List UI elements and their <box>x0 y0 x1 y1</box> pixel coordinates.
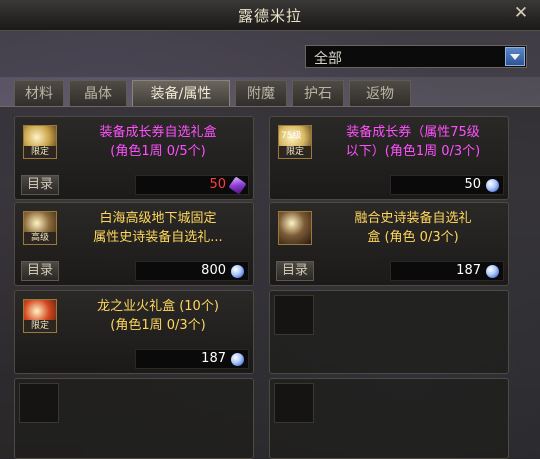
empty-item-slot <box>269 290 509 374</box>
tab-talisman[interactable]: 护石 <box>292 80 344 107</box>
price-box: 187 <box>135 349 249 369</box>
item-name: 融合史诗装备自选礼 盒 (角色 0/3个) <box>354 211 472 245</box>
coin-icon <box>231 265 244 278</box>
chevron-down-icon <box>510 54 520 60</box>
item-card[interactable]: 高级 白海高级地下城固定 属性史诗装备自选礼... 目录 800 <box>14 202 254 286</box>
limited-tag: 限定 <box>24 146 56 158</box>
price-value: 50 <box>464 177 481 192</box>
price-value: 50 <box>209 177 226 192</box>
coin-icon <box>486 265 499 278</box>
empty-icon-slot <box>274 383 314 423</box>
gift-box-icon: 限定 <box>23 125 57 159</box>
price-box: 50 <box>135 175 249 195</box>
coin-icon <box>486 179 499 192</box>
item-name: 装备成长券（属性75级 以下）(角色1周 0/3个) <box>345 125 481 159</box>
close-icon[interactable]: ✕ <box>512 4 530 22</box>
advanced-tag: 高级 <box>24 232 56 244</box>
dropdown-value: 全部 <box>314 51 342 67</box>
chest-icon <box>278 211 312 245</box>
crystal-icon <box>228 176 247 195</box>
item-card[interactable]: 75级 限定 装备成长券（属性75级 以下）(角色1周 0/3个) 50 <box>269 116 509 200</box>
empty-item-slot <box>14 378 254 459</box>
tab-equipment[interactable]: 装备/属性 <box>132 80 230 107</box>
price-box: 800 <box>135 261 249 281</box>
empty-icon-slot <box>274 295 314 335</box>
dropdown-button[interactable] <box>505 47 525 66</box>
tab-crystal[interactable]: 晶体 <box>69 80 127 107</box>
empty-icon-slot <box>19 383 59 423</box>
item-name: 装备成长券自选礼盒 (角色1周 0/5个) <box>99 125 217 159</box>
price-box: 50 <box>390 175 504 195</box>
item-card[interactable]: 融合史诗装备自选礼 盒 (角色 0/3个) 目录 187 <box>269 202 509 286</box>
empty-item-slot <box>269 378 509 459</box>
tab-enchant[interactable]: 附魔 <box>235 80 287 107</box>
item-name: 龙之业火礼盒 (10个) (角色1周 0/3个) <box>97 299 219 333</box>
limited-tag: 限定 <box>24 320 56 332</box>
category-dropdown[interactable]: 全部 <box>305 45 527 68</box>
shop-window: 露德米拉 ✕ 全部 材料 晶体 装备/属性 附魔 护石 返物 限定 装备成长券自… <box>0 0 540 459</box>
catalog-button[interactable]: 目录 <box>276 261 314 281</box>
fire-box-icon: 限定 <box>23 299 57 333</box>
tab-return[interactable]: 返物 <box>349 80 411 107</box>
title-bar: 露德米拉 ✕ <box>0 0 540 31</box>
price-value: 187 <box>456 263 481 278</box>
catalog-button[interactable]: 目录 <box>21 175 59 195</box>
item-name: 白海高级地下城固定 属性史诗装备自选礼... <box>93 211 223 245</box>
ticket-icon: 75级 限定 <box>278 125 312 159</box>
price-box: 187 <box>390 261 504 281</box>
item-card[interactable]: 限定 龙之业火礼盒 (10个) (角色1周 0/3个) 187 <box>14 290 254 374</box>
catalog-button[interactable]: 目录 <box>21 261 59 281</box>
tab-materials[interactable]: 材料 <box>14 80 64 107</box>
limited-tag: 限定 <box>279 146 311 158</box>
window-title: 露德米拉 <box>237 7 302 25</box>
item-card[interactable]: 限定 装备成长券自选礼盒 (角色1周 0/5个) 目录 50 <box>14 116 254 200</box>
coin-icon <box>231 353 244 366</box>
price-value: 800 <box>201 263 226 278</box>
chest-icon: 高级 <box>23 211 57 245</box>
price-value: 187 <box>201 351 226 366</box>
